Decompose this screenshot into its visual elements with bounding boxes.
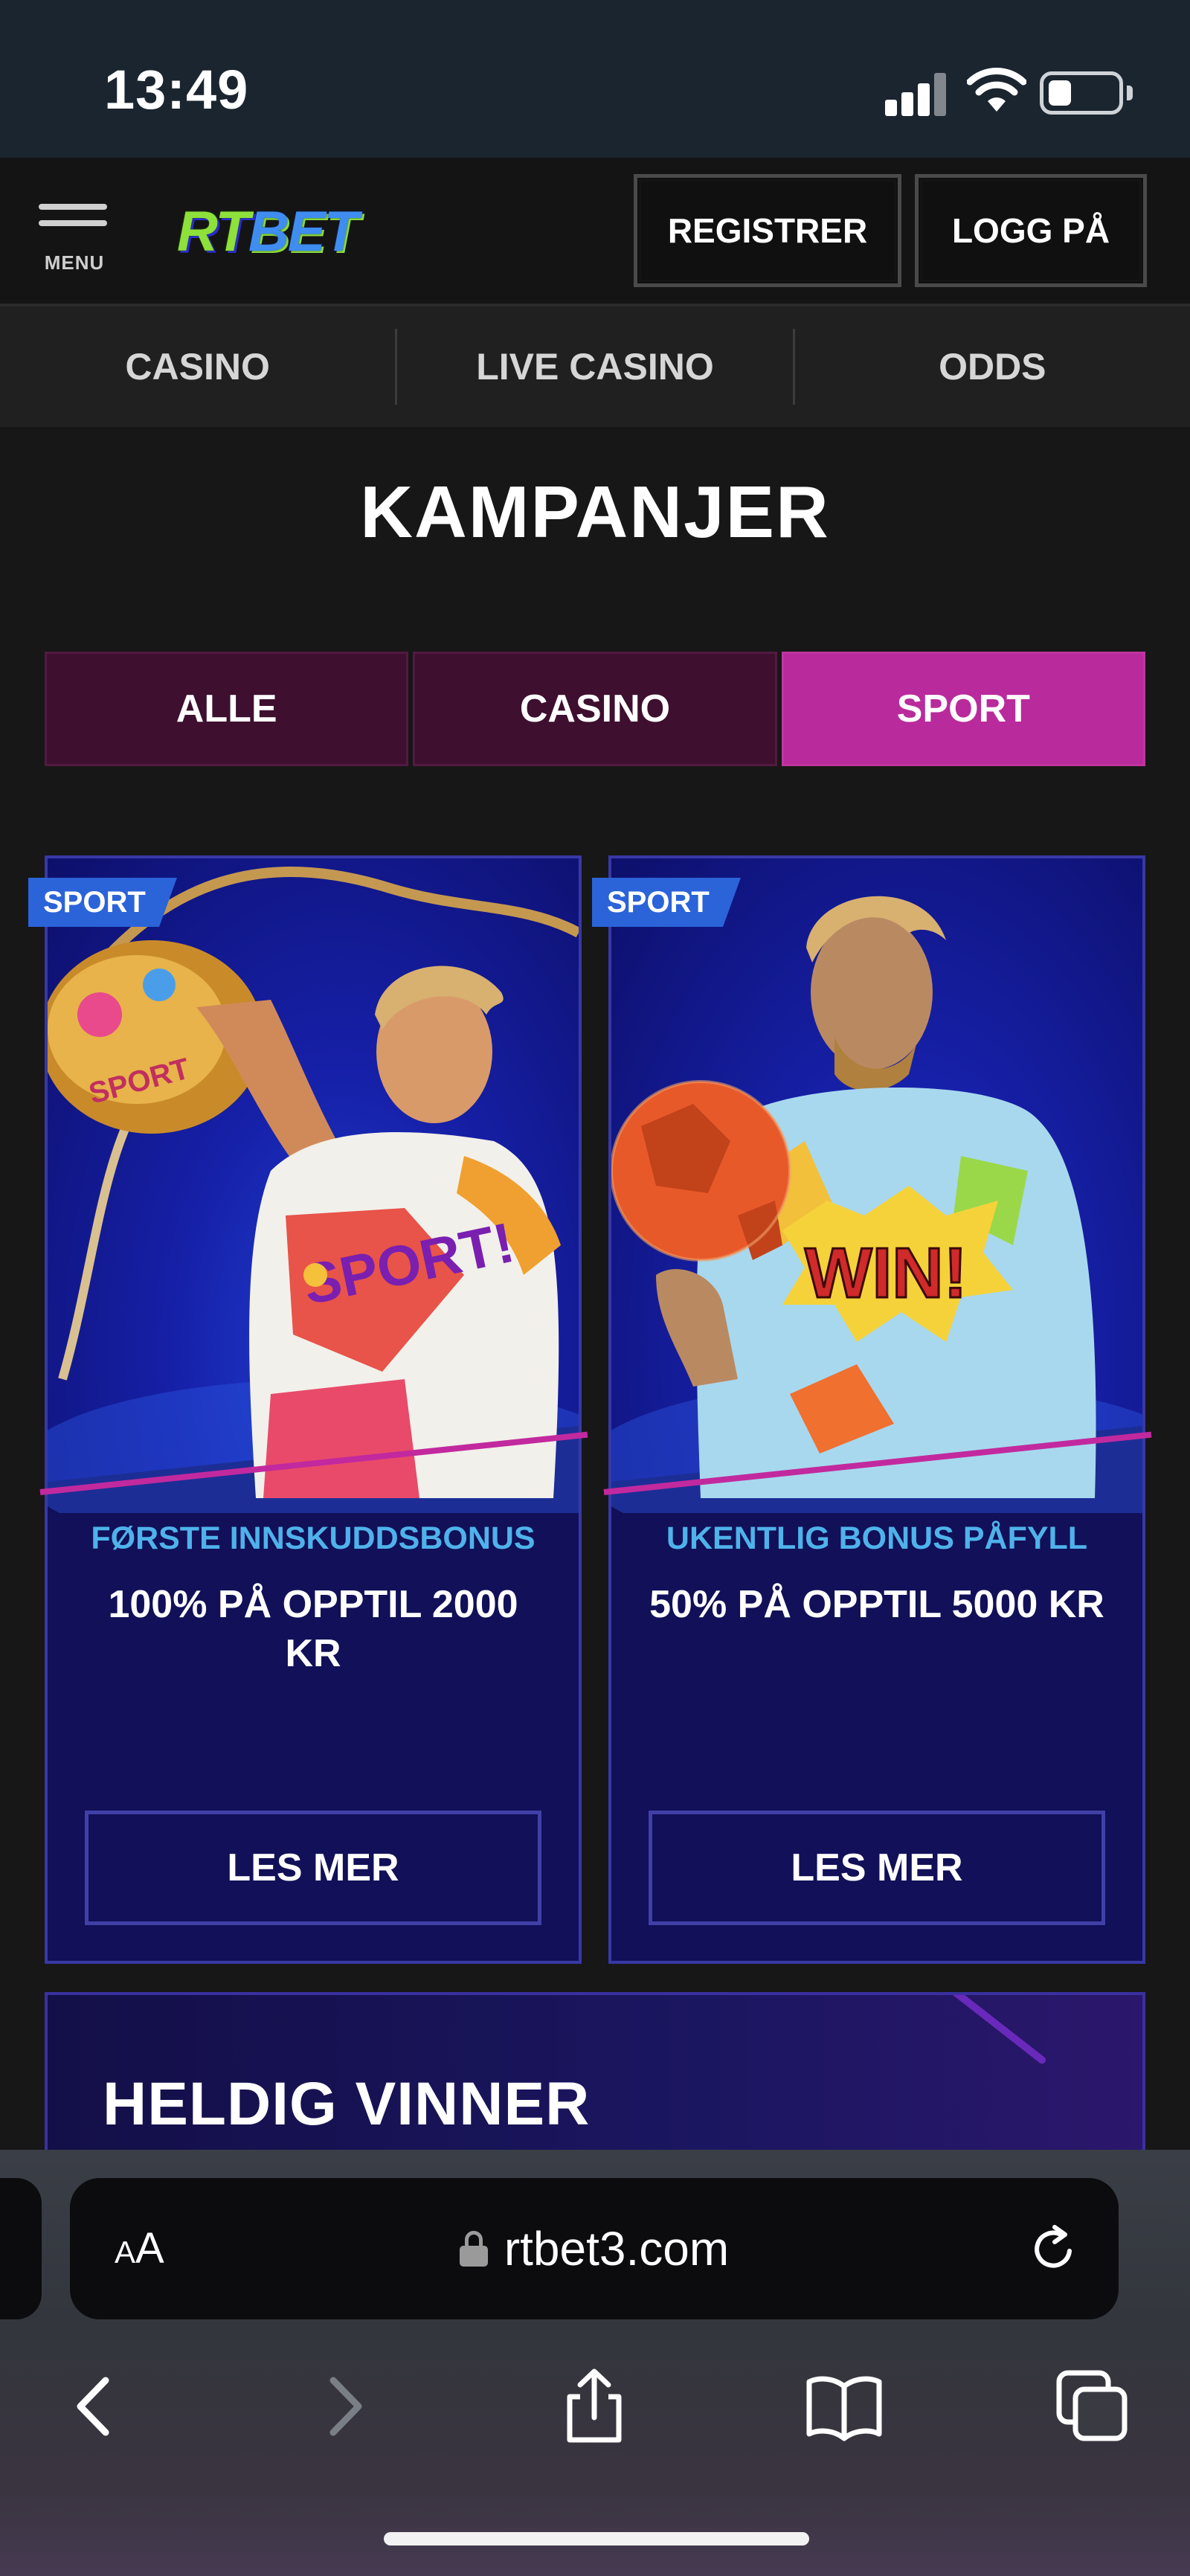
winner-title: HELDIG VINNER bbox=[103, 2070, 591, 2138]
battery-icon bbox=[1040, 71, 1133, 115]
promo-subtitle: UKENTLIG BONUS PÅFYLL bbox=[666, 1520, 1088, 1556]
sport-badge: SPORT bbox=[28, 878, 177, 927]
tabs-icon[interactable] bbox=[1052, 2365, 1133, 2447]
page-title: KAMPANJER bbox=[360, 471, 830, 553]
signal-icon bbox=[885, 71, 948, 116]
promo-image-football-player: WIN! bbox=[611, 858, 1142, 1513]
category-nav: CASINO LIVE CASINO ODDS bbox=[0, 306, 1190, 427]
site-header: MENU RTBET REGISTRER LOGG PÅ bbox=[0, 158, 1190, 306]
reload-icon[interactable] bbox=[1028, 2224, 1080, 2276]
register-button[interactable]: REGISTRER bbox=[634, 174, 901, 287]
tab-casino[interactable]: CASINO bbox=[413, 652, 777, 766]
wifi-icon bbox=[967, 68, 1026, 112]
back-icon[interactable] bbox=[52, 2365, 134, 2447]
promo-card[interactable]: SPORT SPORT! SPORT FØRSTE INNSKUDDSBONUS… bbox=[28, 855, 588, 1964]
bookmarks-icon[interactable] bbox=[803, 2365, 885, 2447]
nav-item-odds[interactable]: ODDS bbox=[795, 329, 1190, 405]
status-time: 13:49 bbox=[104, 59, 249, 121]
nav-item-live-casino[interactable]: LIVE CASINO bbox=[397, 329, 792, 405]
forward-icon[interactable] bbox=[305, 2365, 387, 2447]
tab-alle[interactable]: ALLE bbox=[45, 652, 409, 766]
browser-nav-toolbar bbox=[0, 2336, 1190, 2470]
read-more-button[interactable]: LES MER bbox=[85, 1811, 541, 1925]
logo-rt: RT bbox=[177, 200, 250, 263]
logo-bet: BET bbox=[248, 200, 358, 263]
promo-headline: 100% PÅ OPPTIL 2000 KR bbox=[108, 1583, 518, 1675]
football-player-illustration: WIN! bbox=[611, 896, 1142, 1513]
promo-card[interactable]: WIN! SPORT UKENTLIG BONUS PÅFYLL 50% PÅ … bbox=[592, 855, 1152, 1964]
rtbet-logo[interactable]: RTBET bbox=[177, 196, 358, 268]
address-bar[interactable]: AA rtbet3.com bbox=[70, 2178, 1119, 2319]
decorative-streak bbox=[937, 1995, 1047, 2066]
url-display[interactable]: rtbet3.com bbox=[70, 2178, 1119, 2319]
promo-headline: 50% PÅ OPPTIL 5000 KR bbox=[649, 1583, 1104, 1626]
home-indicator[interactable] bbox=[384, 2532, 809, 2546]
sport-badge: SPORT bbox=[592, 878, 741, 927]
nav-item-casino[interactable]: CASINO bbox=[0, 329, 395, 405]
url-text: rtbet3.com bbox=[504, 2222, 730, 2275]
read-more-button[interactable]: LES MER bbox=[649, 1811, 1105, 1925]
promo-image-trophy-player: SPORT SPORT! bbox=[48, 858, 579, 1513]
menu-label: MENU bbox=[44, 251, 105, 274]
promo-subtitle: FØRSTE INNSKUDDSBONUS bbox=[91, 1520, 536, 1556]
trophy-player-illustration: SPORT SPORT! bbox=[48, 866, 579, 1513]
lock-icon bbox=[459, 2231, 488, 2267]
status-bar: 13:49 bbox=[0, 0, 1190, 158]
menu-button[interactable]: MENU bbox=[36, 204, 113, 275]
menu-icon bbox=[39, 204, 107, 210]
login-button[interactable]: LOGG PÅ bbox=[915, 174, 1147, 287]
share-icon[interactable] bbox=[553, 2365, 635, 2447]
previous-tab-edge[interactable] bbox=[0, 2178, 42, 2319]
filter-tabs: ALLE CASINO SPORT bbox=[45, 652, 1145, 766]
browser-toolbar: AA rtbet3.com bbox=[0, 2150, 1190, 2576]
svg-text:WIN!: WIN! bbox=[805, 1233, 968, 1313]
tab-sport[interactable]: SPORT bbox=[781, 652, 1145, 766]
